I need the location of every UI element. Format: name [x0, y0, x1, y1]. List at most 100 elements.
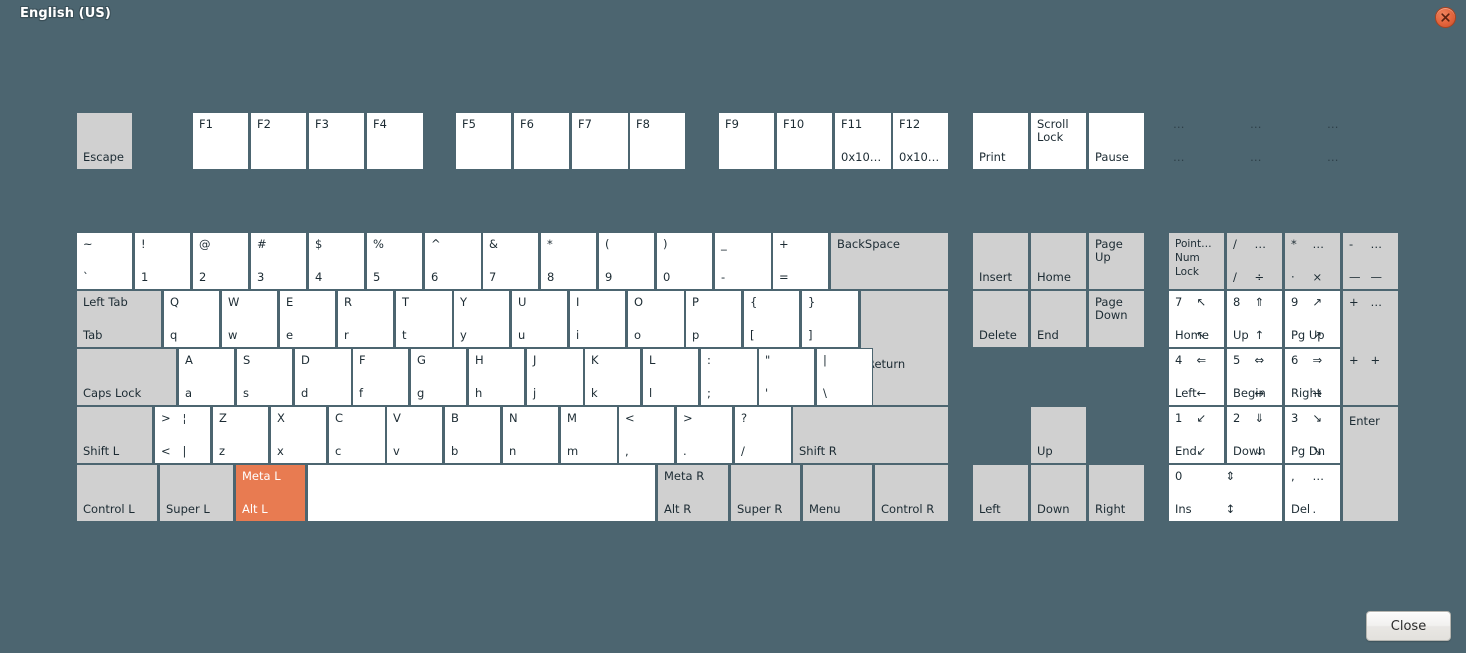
key-f4[interactable]: F4	[366, 112, 424, 170]
key-alt-left[interactable]: Meta L Alt L	[235, 464, 306, 522]
key-key-b[interactable]: Bb	[444, 406, 501, 464]
key-digit-5[interactable]: % 5	[366, 232, 423, 290]
key-key-z[interactable]: Zz	[212, 406, 269, 464]
key-blank-2[interactable]: ……	[1243, 112, 1300, 170]
close-button[interactable]: Close	[1366, 611, 1451, 641]
key-numpad-1[interactable]: 1 ↙ End ↙	[1168, 406, 1225, 464]
key-blank-3[interactable]: ……	[1320, 112, 1377, 170]
key-digit-6[interactable]: ^ 6	[424, 232, 482, 290]
key-escape[interactable]: Escape	[76, 112, 133, 170]
key-numpad-4[interactable]: 4 ⇐ Left ←	[1168, 348, 1225, 406]
key-equal[interactable]: + =	[772, 232, 829, 290]
key-page-up[interactable]: Page Up	[1088, 232, 1145, 290]
key-shift-right[interactable]: Shift R	[792, 406, 949, 464]
key-f7[interactable]: F7	[571, 112, 629, 170]
key-backspace[interactable]: BackSpace	[830, 232, 949, 290]
key-numpad-5[interactable]: 5 ⇔ Begin ↔	[1226, 348, 1283, 406]
key-semicolon[interactable]: :;	[700, 348, 758, 406]
key-f10[interactable]: F10	[776, 112, 833, 170]
key-arrow-up[interactable]: Up	[1030, 406, 1087, 464]
key-key-f[interactable]: Ff	[352, 348, 409, 406]
key-key-m[interactable]: Mm	[560, 406, 618, 464]
key-numpad-multiply[interactable]: * … · ×	[1284, 232, 1341, 290]
key-key-i[interactable]: Ii	[569, 290, 626, 348]
key-arrow-left[interactable]: Left	[972, 464, 1029, 522]
key-digit-1[interactable]: ! 1	[134, 232, 191, 290]
key-control-left[interactable]: Control L	[76, 464, 158, 522]
key-bracket-left[interactable]: {[	[743, 290, 800, 348]
key-key-l[interactable]: Ll	[642, 348, 699, 406]
key-control-right[interactable]: Control R	[874, 464, 949, 522]
key-numpad-enter[interactable]: Enter	[1342, 406, 1399, 522]
key-digit-4[interactable]: $4	[308, 232, 365, 290]
key-key-p[interactable]: Pp	[685, 290, 742, 348]
key-f1[interactable]: F1	[192, 112, 249, 170]
key-key-a[interactable]: Aa	[178, 348, 235, 406]
key-page-down[interactable]: Page Down	[1088, 290, 1145, 348]
key-grave[interactable]: ~ `	[76, 232, 133, 290]
key-key-v[interactable]: Vv	[386, 406, 443, 464]
key-alt-right[interactable]: Meta R Alt R	[657, 464, 729, 522]
key-key-o[interactable]: Oo	[627, 290, 685, 348]
key-less-greater[interactable]: > ¦ < |	[154, 406, 211, 464]
key-digit-2[interactable]: @2	[192, 232, 249, 290]
key-numpad-0[interactable]: 0 ⇕ Ins ↕	[1168, 464, 1283, 522]
key-f8[interactable]: F8	[629, 112, 686, 170]
key-numpad-divide[interactable]: / … / ÷	[1226, 232, 1283, 290]
key-key-t[interactable]: Tt	[395, 290, 453, 348]
key-comma[interactable]: <,	[618, 406, 675, 464]
key-arrow-down[interactable]: Down	[1030, 464, 1087, 522]
key-key-g[interactable]: Gg	[410, 348, 467, 406]
key-num-lock[interactable]: Point… Num Lock	[1168, 232, 1225, 290]
key-bracket-right[interactable]: }]	[801, 290, 859, 348]
key-scroll-lock[interactable]: Scroll Lock	[1030, 112, 1087, 170]
key-key-s[interactable]: Ss	[236, 348, 293, 406]
key-numpad-add[interactable]: + … + +	[1342, 290, 1399, 406]
key-numpad-3[interactable]: 3 ↘ Pg Dn ↘	[1284, 406, 1341, 464]
key-insert[interactable]: Insert	[972, 232, 1029, 290]
key-menu[interactable]: Menu	[802, 464, 873, 522]
key-slash[interactable]: ? /	[734, 406, 792, 464]
key-super-right[interactable]: Super R	[730, 464, 801, 522]
key-f2[interactable]: F2	[250, 112, 307, 170]
key-numpad-subtract[interactable]: - … — —	[1342, 232, 1399, 290]
key-key-h[interactable]: Hh	[468, 348, 525, 406]
key-backslash[interactable]: | \	[816, 348, 873, 406]
key-key-c[interactable]: Cc	[328, 406, 386, 464]
key-key-d[interactable]: Dd	[294, 348, 352, 406]
key-shift-left[interactable]: Shift L	[76, 406, 153, 464]
key-delete[interactable]: Delete	[972, 290, 1029, 348]
key-print[interactable]: Print	[972, 112, 1029, 170]
key-f9[interactable]: F9	[718, 112, 775, 170]
key-digit-7[interactable]: & 7	[482, 232, 539, 290]
key-end[interactable]: End	[1030, 290, 1087, 348]
key-numpad-9[interactable]: 9 ↗ Pg Up ↗	[1284, 290, 1341, 348]
key-numpad-2[interactable]: 2 ⇓ Down ↓	[1226, 406, 1283, 464]
key-home[interactable]: Home	[1030, 232, 1087, 290]
key-key-e[interactable]: Ee	[279, 290, 336, 348]
key-key-x[interactable]: Xx	[270, 406, 327, 464]
key-key-k[interactable]: Kk	[584, 348, 641, 406]
key-key-j[interactable]: Jj	[526, 348, 584, 406]
key-f5[interactable]: F5	[455, 112, 512, 170]
key-digit-0[interactable]: ) 0	[656, 232, 713, 290]
key-blank-1[interactable]: ……	[1166, 112, 1223, 170]
key-f3[interactable]: F3	[308, 112, 365, 170]
key-digit-3[interactable]: #3	[250, 232, 307, 290]
key-numpad-6[interactable]: 6 ⇒ Right →	[1284, 348, 1341, 406]
key-space[interactable]	[307, 464, 656, 522]
key-key-n[interactable]: Nn	[502, 406, 559, 464]
key-key-y[interactable]: Yy	[453, 290, 510, 348]
key-key-r[interactable]: Rr	[337, 290, 394, 348]
key-key-q[interactable]: Qq	[163, 290, 220, 348]
key-pause[interactable]: Pause	[1088, 112, 1145, 170]
key-quote[interactable]: " '	[758, 348, 815, 406]
key-f12[interactable]: F12 0x10…	[892, 112, 949, 170]
key-arrow-right[interactable]: Right	[1088, 464, 1145, 522]
key-digit-9[interactable]: (9	[598, 232, 655, 290]
key-minus[interactable]: _ -	[714, 232, 772, 290]
key-f6[interactable]: F6	[513, 112, 570, 170]
key-numpad-decimal[interactable]: , … Del.	[1284, 464, 1341, 522]
key-tab[interactable]: Left Tab Tab	[76, 290, 162, 348]
key-caps-lock[interactable]: Caps Lock	[76, 348, 177, 406]
